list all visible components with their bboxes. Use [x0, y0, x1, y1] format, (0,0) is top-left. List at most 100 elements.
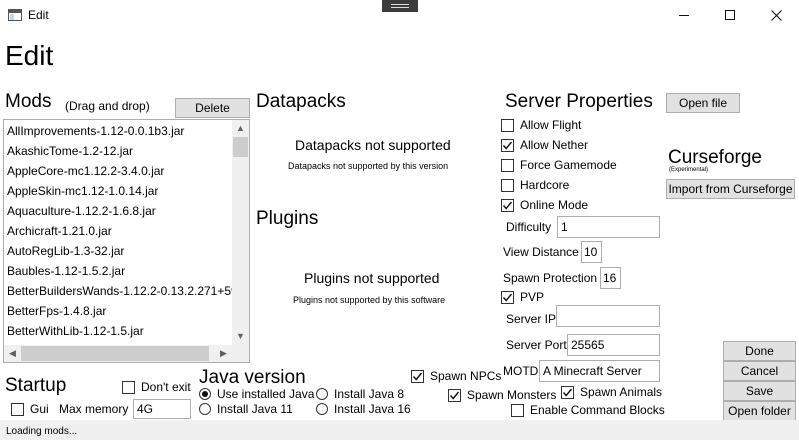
mods-hint: (Drag and drop): [65, 99, 150, 113]
maximize-icon: [725, 10, 735, 20]
datapacks-detail: Datapacks not supported by this version: [288, 161, 449, 171]
difficulty-label: Difficulty: [506, 220, 552, 234]
motd-label: MOTD: [503, 364, 539, 378]
minimize-icon: [679, 14, 689, 16]
import-curseforge-button[interactable]: Import from Curseforge: [666, 179, 795, 199]
max-memory-label: Max memory: [59, 402, 129, 416]
hardcore-checkbox[interactable]: Hardcore: [501, 178, 569, 192]
allow-flight-checkbox[interactable]: Allow Flight: [501, 118, 581, 132]
checkmark-icon: [562, 388, 573, 397]
datapacks-not-supported: Datapacks not supported: [295, 137, 451, 153]
list-item[interactable]: Archicraft-1.21.0.jar: [7, 224, 112, 238]
scroll-right-icon[interactable]: ▶: [215, 345, 232, 362]
checkbox-box[interactable]: [501, 290, 514, 304]
checkbox-box[interactable]: [501, 138, 514, 152]
checkbox-box[interactable]: [501, 198, 514, 212]
server-ip-label: Server IP: [506, 312, 557, 326]
radio-dot[interactable]: [199, 403, 211, 415]
status-text: Loading mods...: [6, 426, 78, 437]
checkmark-icon: [502, 141, 513, 150]
enable-command-blocks-checkbox[interactable]: Enable Command Blocks: [511, 403, 665, 417]
allow-nether-checkbox[interactable]: Allow Nether: [501, 138, 588, 152]
list-item[interactable]: AppleSkin-mc1.12-1.0.14.jar: [7, 184, 158, 198]
checkmark-icon: [502, 293, 513, 302]
title-grip: [382, 0, 418, 12]
checkbox-box[interactable]: [411, 369, 424, 383]
done-button[interactable]: Done: [723, 341, 796, 361]
server-ip-field[interactable]: [556, 305, 660, 327]
checkbox-box[interactable]: [501, 158, 514, 172]
list-item[interactable]: Baubles-1.12-1.5.2.jar: [7, 264, 125, 278]
checkbox-box[interactable]: [501, 178, 514, 192]
gui-checkbox[interactable]: Gui: [11, 402, 49, 416]
spawn-protection-label: Spawn Protection: [503, 271, 598, 285]
dont-exit-checkbox[interactable]: Don't exit: [122, 380, 191, 394]
title-bar: Edit: [0, 0, 799, 30]
checkmark-icon: [502, 201, 513, 210]
open-folder-button[interactable]: Open folder: [723, 401, 796, 421]
maximize-button[interactable]: [707, 0, 753, 30]
plugins-heading: Plugins: [256, 208, 319, 229]
checkbox-box[interactable]: [11, 402, 24, 416]
java-option-16[interactable]: Install Java 16: [316, 402, 411, 416]
hscroll-thumb[interactable]: [21, 346, 209, 361]
curseforge-experimental-tag: (Experimental): [669, 167, 709, 173]
scroll-up-icon[interactable]: ▲: [232, 120, 249, 137]
force-gamemode-checkbox[interactable]: Force Gamemode: [501, 158, 617, 172]
radio-dot[interactable]: [316, 388, 328, 400]
mods-list[interactable]: AllImprovements-1.12-0.0.1b3.jar AkashicT…: [3, 119, 250, 363]
list-item[interactable]: AppleCore-mc1.12.2-3.4.0.jar: [7, 164, 164, 178]
checkmark-icon: [412, 372, 423, 381]
open-file-button[interactable]: Open file: [666, 93, 740, 113]
plugins-detail: Plugins not supported by this software: [293, 295, 446, 305]
curseforge-heading: Curseforge: [668, 147, 762, 168]
list-item[interactable]: BetterBuildersWands-1.12.2-0.13.2.271+59: [7, 284, 238, 298]
pvp-checkbox[interactable]: PVP: [501, 290, 544, 304]
status-bar: Loading mods...: [0, 420, 799, 440]
view-distance-label: View Distance: [503, 245, 579, 259]
scrollbar-corner: [232, 345, 249, 362]
java-version-heading: Java version: [199, 367, 306, 388]
delete-button[interactable]: Delete: [175, 98, 250, 118]
radio-selected-icon: [202, 391, 208, 397]
list-item[interactable]: BetterWithLib-1.12-1.5.jar: [7, 324, 144, 338]
spawn-protection-field[interactable]: 16: [600, 267, 621, 289]
list-item[interactable]: AkashicTome-1.2-12.jar: [7, 144, 133, 158]
datapacks-heading: Datapacks: [256, 91, 346, 112]
scroll-down-icon[interactable]: ▼: [232, 328, 249, 345]
list-item[interactable]: Aquaculture-1.12.2-1.6.8.jar: [7, 204, 156, 218]
checkmark-icon: [449, 391, 460, 400]
close-button[interactable]: [753, 0, 799, 30]
vertical-scrollbar[interactable]: ▲ ▼: [232, 120, 249, 345]
minimize-button[interactable]: [661, 0, 707, 30]
radio-dot[interactable]: [199, 388, 211, 400]
java-option-installed[interactable]: Use installed Java: [199, 387, 314, 401]
max-memory-field[interactable]: 4G: [133, 399, 191, 419]
checkbox-box[interactable]: [511, 403, 524, 417]
list-item[interactable]: AllImprovements-1.12-0.0.1b3.jar: [7, 124, 184, 138]
page-title: Edit: [5, 40, 54, 71]
scroll-left-icon[interactable]: ◀: [4, 345, 21, 362]
checkbox-box[interactable]: [448, 388, 461, 402]
difficulty-field[interactable]: 1: [557, 216, 660, 238]
spawn-animals-checkbox[interactable]: Spawn Animals: [561, 385, 662, 399]
radio-dot[interactable]: [316, 403, 328, 415]
checkbox-box[interactable]: [122, 380, 135, 394]
java-option-8[interactable]: Install Java 8: [316, 387, 404, 401]
java-option-11[interactable]: Install Java 11: [199, 402, 293, 416]
list-item[interactable]: BetterFps-1.4.8.jar: [7, 304, 106, 318]
spawn-monsters-checkbox[interactable]: Spawn Monsters: [448, 388, 556, 402]
view-distance-field[interactable]: 10: [581, 241, 602, 263]
checkbox-box[interactable]: [561, 385, 574, 399]
cancel-button[interactable]: Cancel: [723, 361, 796, 381]
online-mode-checkbox[interactable]: Online Mode: [501, 198, 588, 212]
scroll-thumb[interactable]: [233, 137, 248, 157]
motd-field[interactable]: A Minecraft Server: [539, 360, 660, 382]
server-port-field[interactable]: 25565: [567, 334, 660, 356]
plugins-not-supported: Plugins not supported: [304, 270, 440, 286]
spawn-npcs-checkbox[interactable]: Spawn NPCs: [411, 369, 501, 383]
checkbox-box[interactable]: [501, 118, 514, 132]
list-item[interactable]: AutoRegLib-1.3-32.jar: [7, 244, 124, 258]
save-button[interactable]: Save: [723, 381, 796, 401]
horizontal-scrollbar[interactable]: ◀ ▶: [4, 345, 232, 362]
